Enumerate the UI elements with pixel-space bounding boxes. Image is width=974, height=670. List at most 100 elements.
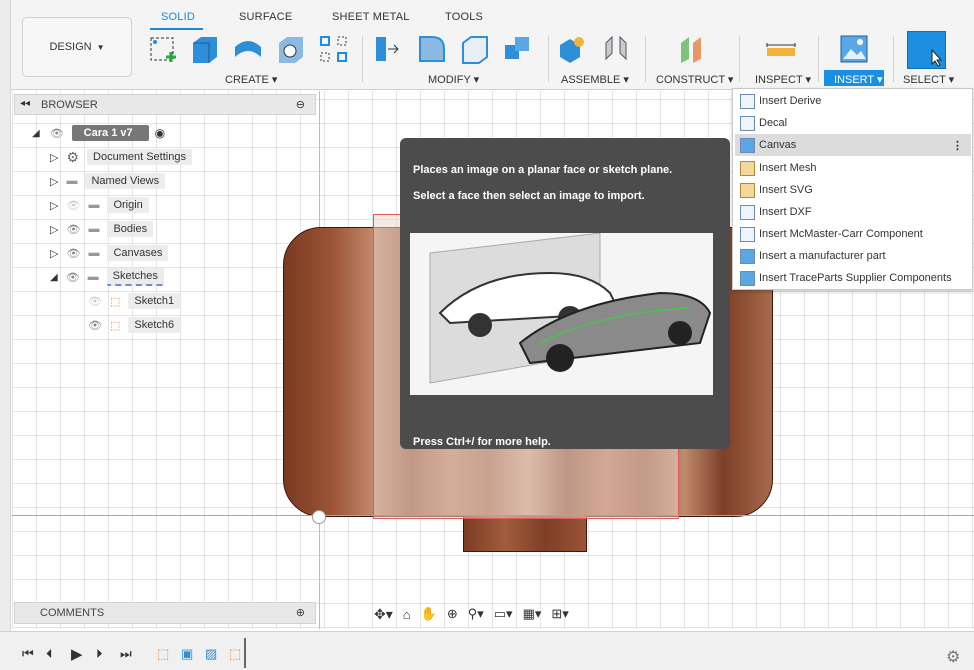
menu-label: Insert McMaster-Carr Component	[759, 228, 923, 240]
more-options-icon[interactable]: ⋮	[952, 139, 963, 152]
viewports-icon[interactable]: ⊞▾	[551, 606, 568, 622]
add-comment-icon[interactable]: ⊕	[296, 606, 305, 619]
revolve-icon[interactable]	[232, 32, 264, 66]
workspace-design-button[interactable]: DESIGN ▼	[22, 17, 132, 77]
gear-icon: ⚙	[66, 148, 80, 165]
measure-icon[interactable]	[765, 32, 797, 66]
expand-triangle-icon[interactable]: ▷	[50, 223, 58, 236]
step-back-icon[interactable]: ⏴	[46, 646, 53, 662]
insert-image-icon[interactable]	[838, 32, 870, 66]
tab-sheet-metal[interactable]: SHEET METAL	[332, 11, 410, 23]
folder-icon: ▬	[88, 247, 100, 259]
joint-icon[interactable]	[600, 32, 632, 66]
gear-icon[interactable]: ⚙	[946, 647, 960, 667]
timeline-sketch-icon[interactable]: ⬚	[157, 646, 169, 662]
expanded-triangle-icon[interactable]: ◢	[50, 272, 58, 283]
tree-label: Sketch6	[128, 317, 181, 333]
tree-item-sketches[interactable]: ◢ 👁 ▬ Sketches	[50, 268, 164, 286]
menu-item-insert-dxf[interactable]: Insert DXF	[735, 201, 971, 223]
menu-item-decal[interactable]: Decal	[735, 112, 971, 134]
step-forward-icon[interactable]: ⏵	[96, 646, 103, 662]
menu-item-insert-manufacturer-part[interactable]: Insert a manufacturer part	[735, 245, 971, 267]
tab-tools[interactable]: TOOLS	[445, 11, 483, 23]
fillet-icon[interactable]	[416, 32, 448, 66]
create-menu[interactable]: CREATE ▾	[225, 73, 277, 86]
press-pull-icon[interactable]	[373, 32, 405, 66]
orbit-icon[interactable]: ✥▾	[374, 606, 393, 623]
expand-triangle-icon[interactable]: ▷	[50, 175, 58, 188]
assemble-menu[interactable]: ASSEMBLE ▾	[561, 73, 629, 86]
minimize-icon[interactable]: ⊖	[296, 98, 305, 111]
zoom-window-icon[interactable]: ⚲▾	[468, 606, 484, 622]
eye-icon[interactable]: 👁	[66, 223, 80, 236]
eye-icon[interactable]: 👁	[88, 319, 102, 332]
select-menu[interactable]: SELECT ▾	[903, 73, 954, 86]
eye-hidden-icon[interactable]: 👁	[66, 199, 80, 212]
timeline-sketch-icon[interactable]: ⬚	[229, 646, 241, 662]
go-to-end-icon[interactable]: ⏭	[120, 646, 132, 662]
offset-plane-icon[interactable]	[677, 32, 709, 66]
collapse-icon[interactable]: ◂◂	[20, 98, 30, 109]
select-button[interactable]	[907, 31, 946, 69]
pattern-icon[interactable]	[318, 32, 350, 66]
timeline-extrude-icon[interactable]: ▣	[181, 646, 193, 662]
eye-icon[interactable]: 👁	[66, 247, 80, 260]
eye-icon[interactable]: 👁	[66, 271, 80, 284]
grid-icon[interactable]: ▦▾	[523, 606, 542, 622]
modify-menu[interactable]: MODIFY ▾	[428, 73, 479, 86]
tree-item-origin[interactable]: ▷ 👁 ▬ Origin	[50, 196, 149, 214]
menu-item-insert-traceparts[interactable]: Insert TraceParts Supplier Components	[735, 267, 971, 289]
tree-item-bodies[interactable]: ▷ 👁 ▬ Bodies	[50, 220, 154, 238]
extrude-icon[interactable]	[189, 32, 221, 66]
manufacturer-part-icon	[740, 248, 755, 264]
shell-icon[interactable]	[459, 32, 491, 66]
tree-item-document-settings[interactable]: ▷ ⚙ Document Settings	[50, 148, 192, 166]
tree-item-sketch6[interactable]: 👁 ⬚ Sketch6	[88, 316, 181, 334]
construct-menu[interactable]: CONSTRUCT ▾	[656, 73, 733, 86]
menu-label: Insert TraceParts Supplier Components	[759, 272, 952, 284]
hole-icon[interactable]	[275, 32, 307, 66]
eye-icon[interactable]: 👁	[50, 127, 64, 140]
insert-menu-label[interactable]: INSERT ▾	[834, 73, 883, 86]
look-at-icon[interactable]: ⌂	[403, 607, 411, 622]
tooltip-car-image	[410, 233, 713, 395]
new-component-icon[interactable]	[556, 32, 588, 66]
create-sketch-icon[interactable]	[148, 32, 180, 66]
tree-label: Sketches	[106, 268, 164, 286]
menu-item-insert-mcmaster[interactable]: Insert McMaster-Carr Component	[735, 223, 971, 245]
timeline-canvas-icon[interactable]: ▨	[205, 646, 217, 662]
menu-item-insert-mesh[interactable]: Insert Mesh	[735, 157, 971, 179]
separator	[893, 36, 894, 82]
tab-surface[interactable]: SURFACE	[239, 11, 292, 23]
tooltip-help-hint: Press Ctrl+/ for more help.	[413, 436, 551, 448]
menu-item-canvas[interactable]: Canvas ⋮	[735, 134, 971, 156]
expand-triangle-icon[interactable]: ▷	[50, 199, 58, 212]
timeline-marker[interactable]	[244, 638, 250, 668]
expanded-triangle-icon[interactable]: ◢	[32, 128, 40, 139]
tree-item-sketch1[interactable]: 👁 ⬚ Sketch1	[88, 292, 181, 310]
tree-item-canvases[interactable]: ▷ 👁 ▬ Canvases	[50, 244, 169, 262]
tree-item-named-views[interactable]: ▷ ▬ Named Views	[50, 172, 166, 190]
modify-label: MODIFY	[428, 74, 471, 86]
wood-tab-model[interactable]	[463, 515, 587, 552]
comments-panel[interactable]: COMMENTS ⊕	[14, 602, 316, 624]
display-settings-icon[interactable]: ▭▾	[494, 606, 513, 622]
tree-root[interactable]: ◢ 👁 Cara 1 v7 ◉	[32, 124, 165, 142]
menu-label: Insert DXF	[759, 206, 812, 218]
sketch-icon: ⬚	[109, 295, 121, 308]
inspect-menu[interactable]: INSPECT ▾	[755, 73, 811, 86]
combine-icon[interactable]	[502, 32, 534, 66]
component-node[interactable]: Cara 1 v7	[71, 125, 149, 141]
expand-triangle-icon[interactable]: ▷	[50, 247, 58, 260]
radio-icon[interactable]: ◉	[155, 126, 165, 140]
menu-item-insert-derive[interactable]: Insert Derive	[735, 90, 971, 112]
zoom-icon[interactable]: ⊕	[447, 606, 458, 622]
pan-icon[interactable]: ✋	[421, 606, 437, 622]
go-to-start-icon[interactable]: ⏮	[22, 646, 34, 662]
menu-item-insert-svg[interactable]: Insert SVG	[735, 179, 971, 201]
play-icon[interactable]: ▶	[71, 645, 83, 663]
decal-icon	[740, 115, 755, 131]
tab-solid[interactable]: SOLID	[161, 11, 195, 23]
eye-hidden-icon[interactable]: 👁	[88, 295, 102, 308]
expand-triangle-icon[interactable]: ▷	[50, 151, 58, 164]
